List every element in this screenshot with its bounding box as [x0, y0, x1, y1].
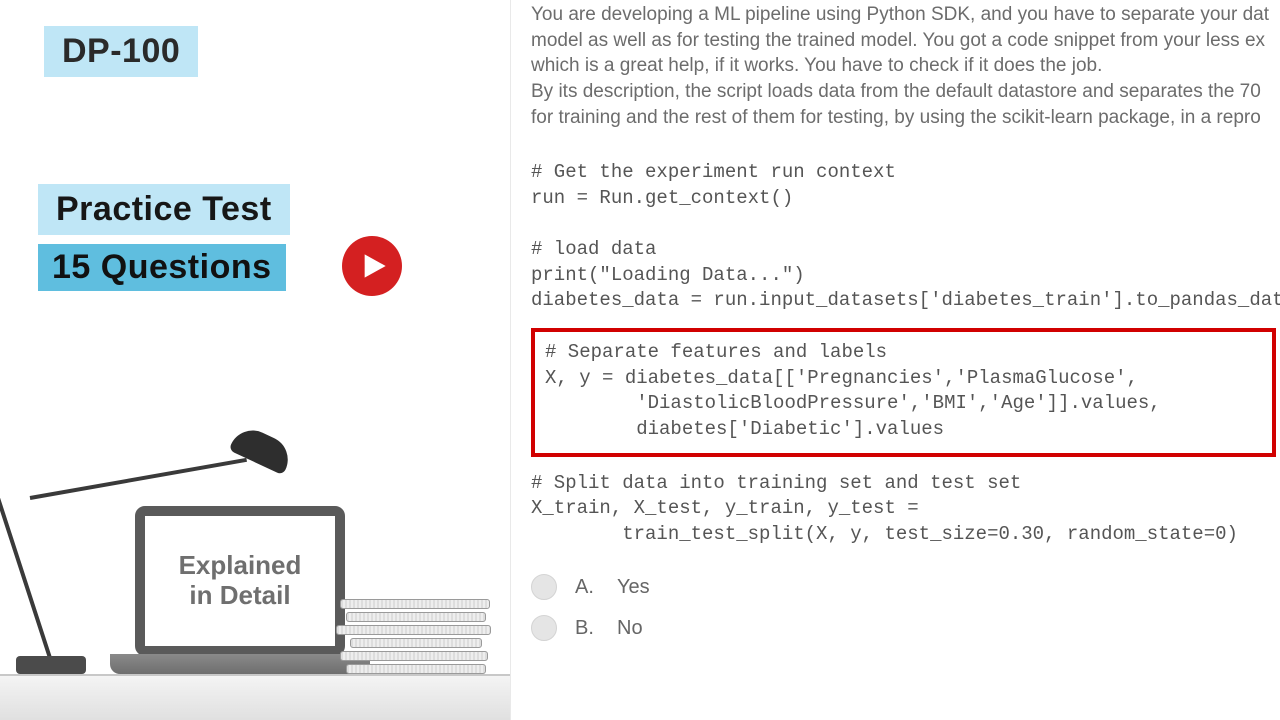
answer-option-a[interactable]: A. Yes: [531, 574, 1280, 601]
screen-text-line1: Explained: [179, 550, 302, 580]
code-block-highlight: # Separate features and labels X, y = di…: [545, 340, 1262, 443]
laptop-illustration: Explained in Detail: [110, 506, 370, 674]
intro-line: for training and the rest of them for te…: [531, 105, 1280, 131]
badge-question-count: 15 Questions: [38, 244, 286, 291]
code-block-context: # Get the experiment run context run = R…: [531, 160, 1280, 314]
answer-list: A. Yes B. No: [531, 574, 1280, 642]
code-block-split: # Split data into training set and test …: [531, 471, 1280, 548]
answer-label: B.: [575, 615, 599, 642]
laptop-screen: Explained in Detail: [135, 506, 345, 656]
desk-illustration: Explained in Detail: [0, 340, 510, 720]
question-intro: You are developing a ML pipeline using P…: [531, 0, 1280, 130]
badge-practice-test: Practice Test: [38, 184, 290, 235]
promo-panel: DP-100 Practice Test 15 Questions Explai…: [0, 0, 510, 720]
intro-line: You are developing a ML pipeline using P…: [531, 2, 1280, 28]
intro-line: By its description, the script loads dat…: [531, 79, 1280, 105]
book-stack: [340, 596, 490, 674]
question-panel: You are developing a ML pipeline using P…: [510, 0, 1280, 720]
radio-icon: [531, 615, 557, 641]
answer-option-b[interactable]: B. No: [531, 615, 1280, 642]
answer-label: A.: [575, 574, 599, 601]
badge-dp100: DP-100: [44, 26, 198, 77]
play-icon: [360, 252, 388, 280]
code-highlight-box: # Separate features and labels X, y = di…: [531, 328, 1276, 457]
intro-line: model as well as for testing the trained…: [531, 28, 1280, 54]
play-button[interactable]: [342, 236, 402, 296]
answer-text: No: [617, 615, 643, 642]
radio-icon: [531, 574, 557, 600]
screen-text-line2: in Detail: [189, 580, 290, 610]
answer-text: Yes: [617, 574, 650, 601]
intro-line: which is a great help, if it works. You …: [531, 53, 1280, 79]
